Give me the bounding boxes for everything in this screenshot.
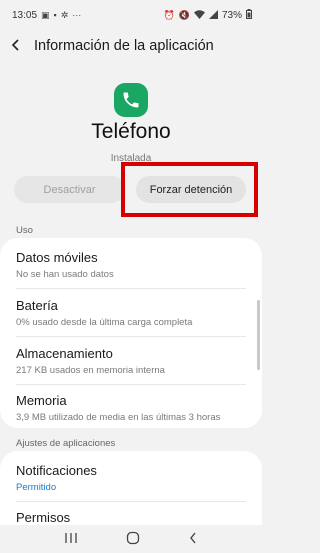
back-arrow-icon[interactable] bbox=[10, 36, 30, 57]
mute-icon: 🔇 bbox=[178, 9, 190, 20]
section-label-usage: Uso bbox=[16, 225, 33, 236]
status-time: 13:05 bbox=[12, 9, 38, 21]
row-mobile-data[interactable]: Datos móviles No se han usado datos bbox=[16, 250, 246, 281]
row-storage[interactable]: Almacenamiento 217 KB usados en memoria … bbox=[16, 346, 246, 377]
row-subtitle: No se han usado datos bbox=[16, 269, 114, 280]
row-title: Memoria bbox=[16, 393, 67, 408]
app-bar: Información de la aplicación bbox=[0, 30, 262, 62]
image-icon: ▣ bbox=[41, 9, 50, 20]
alarm-icon: ⏰ bbox=[163, 9, 175, 20]
divider bbox=[16, 288, 246, 289]
section-label-app-settings: Ajustes de aplicaciones bbox=[16, 438, 116, 449]
signal-icon bbox=[208, 9, 218, 21]
scrollbar[interactable] bbox=[257, 300, 260, 370]
home-button[interactable] bbox=[126, 531, 140, 548]
divider bbox=[16, 384, 246, 385]
row-subtitle: 0% usado desde la última carga completa bbox=[16, 317, 193, 328]
status-bar: 13:05 ▣ ▪ ✲ ··· ⏰ 🔇 73% bbox=[0, 0, 262, 30]
row-title: Almacenamiento bbox=[16, 346, 113, 361]
sim-icon: ▪ bbox=[53, 10, 57, 20]
row-permissions[interactable]: Permisos bbox=[16, 510, 246, 526]
disable-button[interactable]: Desactivar bbox=[14, 176, 125, 203]
page-title: Información de la aplicación bbox=[34, 38, 214, 54]
more-icon: ··· bbox=[72, 10, 82, 20]
phone-app-icon bbox=[114, 83, 148, 117]
row-subtitle: 3,9 MB utilizado de media en las últimas… bbox=[16, 412, 221, 423]
app-name: Teléfono bbox=[91, 120, 171, 143]
row-title: Datos móviles bbox=[16, 250, 98, 265]
red-highlight-annotation bbox=[121, 162, 258, 217]
row-title: Batería bbox=[16, 298, 58, 313]
battery-percent: 73% bbox=[221, 9, 242, 21]
row-title: Permisos bbox=[16, 510, 71, 525]
divider bbox=[16, 501, 246, 502]
row-subtitle: 217 KB usados en memoria interna bbox=[16, 365, 165, 376]
settings-icon: ✲ bbox=[60, 9, 69, 20]
divider bbox=[16, 336, 246, 337]
back-button[interactable] bbox=[188, 531, 198, 548]
row-notifications[interactable]: Notificaciones Permitido bbox=[16, 463, 246, 494]
navigation-bar bbox=[0, 525, 262, 553]
row-battery[interactable]: Batería 0% usado desde la última carga c… bbox=[16, 298, 246, 329]
row-title: Notificaciones bbox=[16, 463, 97, 478]
row-memory[interactable]: Memoria 3,9 MB utilizado de media en las… bbox=[16, 393, 246, 424]
recents-button[interactable] bbox=[64, 531, 78, 547]
battery-icon bbox=[246, 9, 252, 21]
row-subtitle: Permitido bbox=[16, 482, 57, 493]
wifi-icon bbox=[193, 9, 205, 21]
